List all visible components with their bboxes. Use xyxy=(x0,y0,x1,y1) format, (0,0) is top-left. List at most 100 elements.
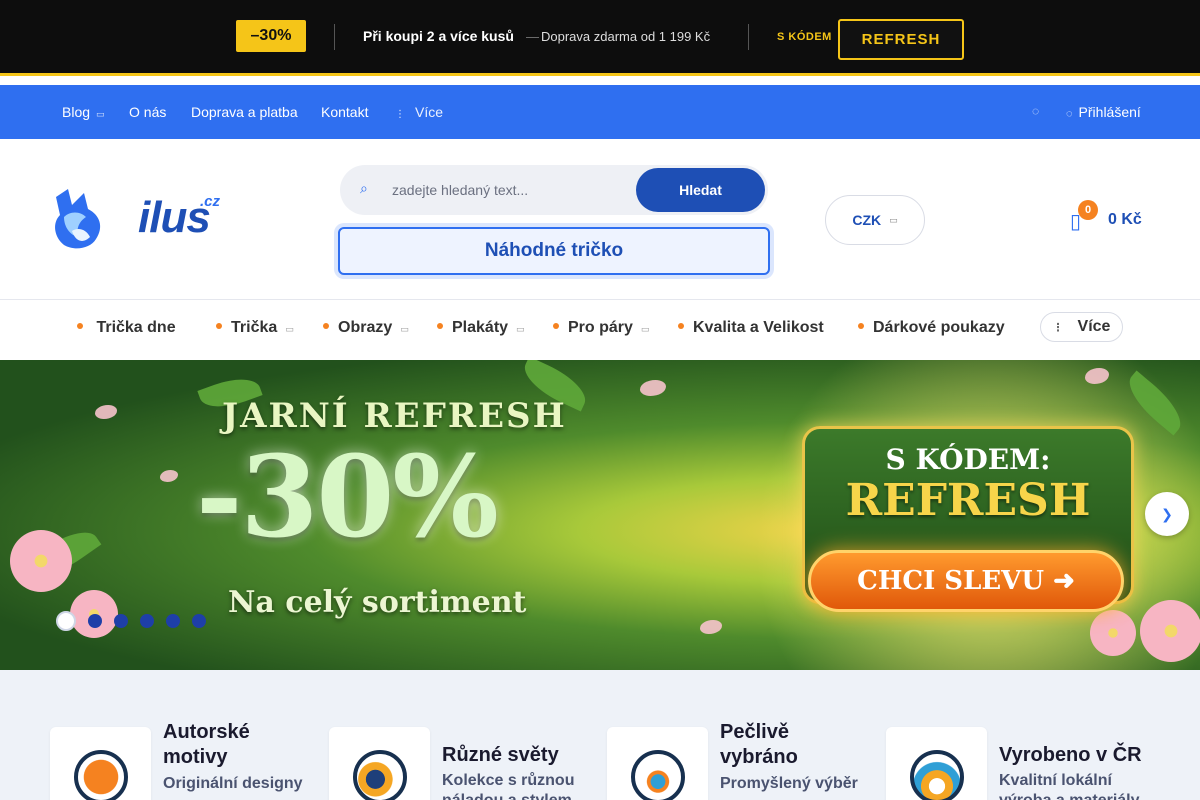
feature-icon-box xyxy=(607,727,708,800)
top-nav: Blog ▭ O nás Doprava a platba Kontakt ⋮ Ví… xyxy=(0,85,1200,139)
bullet-dot xyxy=(216,322,222,329)
currency-selector[interactable]: CZK ▭ xyxy=(825,195,925,245)
search-input[interactable] xyxy=(392,179,632,201)
carousel-dot[interactable] xyxy=(140,614,154,628)
bullet-dot xyxy=(858,322,864,329)
user-icon: ◌ xyxy=(1066,108,1073,120)
cart-button[interactable]: ▯ 0 0 Kč xyxy=(1066,199,1156,239)
category-shirts-of-day[interactable]: Trička dne xyxy=(77,319,176,337)
category-couples[interactable]: Pro páry ▭ xyxy=(553,319,649,337)
carousel-dot[interactable] xyxy=(114,614,128,628)
hero-headline: JARNÍ REFRESH xyxy=(222,396,567,436)
feature-title: Různé světy xyxy=(442,744,559,766)
category-paintings[interactable]: Obrazy ▭ xyxy=(323,319,409,337)
divider xyxy=(334,24,335,50)
bullet-dot xyxy=(77,322,83,329)
flower-decoration xyxy=(10,530,72,592)
feature-icon-box xyxy=(50,727,151,800)
hero-code-label: S KÓDEM: xyxy=(885,443,1051,476)
chevron-down-icon: ▭ xyxy=(516,324,525,334)
hero-banner[interactable]: JARNÍ REFRESH -30% Na celý sortiment S K… xyxy=(0,360,1200,670)
carousel-dot[interactable] xyxy=(56,611,76,631)
features-strip: Autorské motivy Originální designy Různé… xyxy=(0,670,1200,800)
cart-total: 0 Kč xyxy=(1108,211,1142,228)
hero-discount: -30% xyxy=(196,432,499,563)
category-label: Dárkové poukazy xyxy=(873,319,1005,336)
search-bar: ⌕ Hledat xyxy=(340,165,768,215)
bullet-dot xyxy=(553,322,559,329)
category-label: Kvalita a Velikost xyxy=(693,319,824,336)
bullet-dot xyxy=(323,322,329,329)
chevron-down-icon: ▭ xyxy=(96,109,105,119)
petal-decoration xyxy=(640,380,666,396)
chevron-down-icon: ▭ xyxy=(889,214,898,225)
feature-icon-box xyxy=(329,727,430,800)
site-logo[interactable]: ilus .cz xyxy=(50,187,230,253)
category-label: Obrazy xyxy=(338,319,393,336)
feature-desc: Promyšlený výběr xyxy=(720,775,858,792)
promo-dash: — xyxy=(526,29,539,44)
category-more-button[interactable]: ⋮ Více xyxy=(1040,312,1123,342)
category-label: Pro páry xyxy=(568,319,633,336)
flower-decoration xyxy=(1140,600,1200,662)
shipping-text: Doprava zdarma od 1 199 Kč xyxy=(541,29,711,44)
site-header: ilus .cz ⌕ Hledat Náhodné tričko CZK ▭ ▯ … xyxy=(0,139,1200,300)
feature-desc: Kolekce s různou náladou a stylem xyxy=(442,772,575,800)
nav-item-contact[interactable]: Kontakt xyxy=(321,104,368,120)
promo-text: Při koupi 2 a více kusů xyxy=(363,28,514,44)
category-label: Plakáty xyxy=(452,319,509,336)
bullet-dot xyxy=(678,322,684,329)
home-icon xyxy=(910,750,964,800)
nav-label: Blog xyxy=(62,104,91,120)
category-more-label: Více xyxy=(1077,318,1111,335)
category-nav: Trička dne Trička ▭ Obrazy ▭ Plakáty ▭ Pro … xyxy=(0,300,1200,356)
feature-title: Pečlivě vybráno xyxy=(720,721,798,768)
category-shirts[interactable]: Trička ▭ xyxy=(216,319,294,337)
hero-code-value: REFRESH xyxy=(845,475,1091,526)
dots-icon: ⋮ xyxy=(395,109,405,120)
logo-tld: .cz xyxy=(200,193,221,210)
fox-logo-icon xyxy=(55,189,101,249)
promo-bar: –30% Při koupi 2 a více kusů — Doprava z… xyxy=(0,0,1200,73)
feature-desc: Originální designy xyxy=(163,775,303,792)
search-button[interactable]: Hledat xyxy=(636,168,765,212)
nav-item-blog[interactable]: Blog ▭ xyxy=(62,104,105,120)
category-label: Trička dne xyxy=(92,319,176,336)
petal-decoration xyxy=(160,470,178,482)
feature-title: Vyrobeno v ČR xyxy=(999,744,1142,766)
carousel-dot[interactable] xyxy=(192,614,206,628)
promo-code-button[interactable]: REFRESH xyxy=(838,19,964,60)
worlds-icon xyxy=(353,750,407,800)
feature-desc: Kvalitní lokální výroba a materiály xyxy=(999,772,1140,800)
petal-decoration xyxy=(95,405,117,419)
discount-badge: –30% xyxy=(236,20,306,52)
nav-item-about[interactable]: O nás xyxy=(129,104,166,120)
nav-item-shipping[interactable]: Doprava a platba xyxy=(191,104,298,120)
promo-code-label: S KÓDEM xyxy=(777,31,832,43)
hero-subtitle: Na celý sortiment xyxy=(228,585,527,620)
carousel-next-button[interactable]: ❯ xyxy=(1145,492,1189,536)
flower-decoration xyxy=(1090,610,1136,656)
category-gift-vouchers[interactable]: Dárkové poukazy xyxy=(858,319,1005,337)
nav-more[interactable]: ⋮ Více xyxy=(395,104,443,120)
dots-icon: ⋮ xyxy=(1052,321,1064,334)
account-icon[interactable]: ◌ xyxy=(1032,104,1039,118)
login-link[interactable]: ◌ Přihlášení xyxy=(1066,104,1141,120)
category-posters[interactable]: Plakáty ▭ xyxy=(437,319,525,337)
carousel-dot[interactable] xyxy=(88,614,102,628)
feature-title: Autorské motivy xyxy=(163,721,250,768)
nav-more-label: Více xyxy=(415,104,444,120)
currency-label: CZK xyxy=(852,212,882,228)
divider xyxy=(748,24,749,50)
chevron-down-icon: ▭ xyxy=(285,324,294,334)
carousel-dot[interactable] xyxy=(166,614,180,628)
hero-cta-button[interactable]: CHCI SLEVU ➜ xyxy=(808,550,1124,612)
category-quality-size[interactable]: Kvalita a Velikost xyxy=(678,319,824,337)
feature-icon-box xyxy=(886,727,987,800)
bullet-dot xyxy=(437,322,443,329)
random-shirt-button[interactable]: Náhodné tričko xyxy=(338,227,770,275)
lotus-icon xyxy=(631,750,685,800)
sun-icon xyxy=(74,750,128,800)
chevron-down-icon: ▭ xyxy=(640,324,650,334)
cart-count-badge: 0 xyxy=(1078,200,1098,220)
